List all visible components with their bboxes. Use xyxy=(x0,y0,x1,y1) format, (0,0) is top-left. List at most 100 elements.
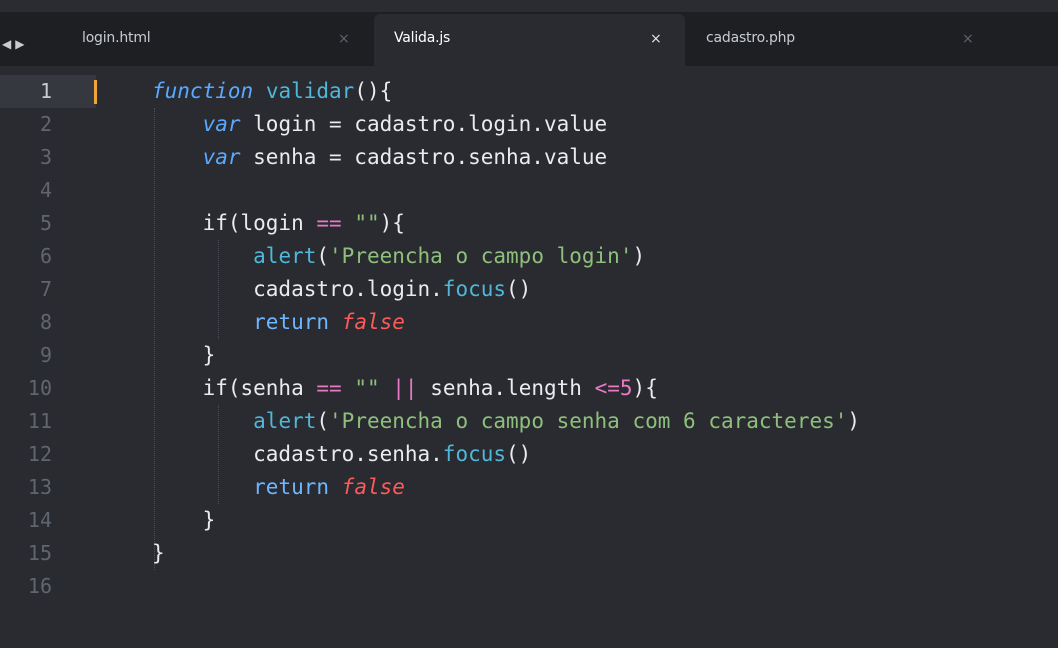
tab-label: Valida.js xyxy=(394,30,451,46)
tab-valida-js[interactable]: Valida.js × xyxy=(374,14,685,66)
code-token: || xyxy=(392,376,418,400)
code-token: cadastro.senha. xyxy=(152,442,443,466)
code-line: cadastro.login.focus() xyxy=(152,273,1052,306)
line-number: 15 xyxy=(27,541,52,565)
code-line: } xyxy=(152,504,1052,537)
code-token: ( xyxy=(316,244,330,268)
code-line: var login = cadastro.login.value xyxy=(152,108,1052,141)
code-token: == xyxy=(316,211,342,235)
tab-bar-strip xyxy=(0,0,1058,12)
code-token: function xyxy=(152,79,254,103)
code-token: <= xyxy=(594,376,620,400)
code-line: if(login == ""){ xyxy=(152,207,1052,240)
code-token: "" xyxy=(354,376,380,400)
code-line: function validar(){ xyxy=(152,75,1052,108)
line-number: 14 xyxy=(27,508,52,532)
line-number: 1 xyxy=(39,79,52,103)
line-number: 3 xyxy=(39,145,52,169)
code-token: } xyxy=(152,343,216,367)
code-line: cadastro.senha.focus() xyxy=(152,438,1052,471)
editor-window: ◀ ▶ login.html × Valida.js × cadastro.ph… xyxy=(0,0,1058,648)
code-line: return false xyxy=(152,471,1052,504)
code-token: ){ xyxy=(632,376,658,400)
code-token: focus xyxy=(442,442,507,466)
code-token: if(login xyxy=(152,211,317,235)
code-token: false xyxy=(341,475,405,499)
code-token: } xyxy=(152,541,165,565)
code-token: () xyxy=(506,277,532,301)
code-line: var senha = cadastro.senha.value xyxy=(152,141,1052,174)
code-token: 5 xyxy=(619,376,633,400)
code-area[interactable]: function validar(){ var login = cadastro… xyxy=(152,75,1052,603)
line-number: 5 xyxy=(39,211,52,235)
modified-line-marker xyxy=(94,80,97,104)
tab-login-html[interactable]: login.html × xyxy=(62,14,372,66)
code-token: var xyxy=(202,112,241,136)
line-number: 2 xyxy=(39,112,52,136)
code-line: } xyxy=(152,339,1052,372)
tab-back-arrow-icon[interactable]: ◀ xyxy=(2,38,11,50)
tab-label: cadastro.php xyxy=(706,30,795,46)
tab-cadastro-php[interactable]: cadastro.php × xyxy=(686,14,996,66)
code-token: alert xyxy=(253,409,317,433)
code-token: 'Preencha o campo senha com 6 caracteres… xyxy=(329,409,848,433)
line-number: 12 xyxy=(27,442,52,466)
line-number: 13 xyxy=(27,475,52,499)
line-number: 4 xyxy=(39,178,52,202)
tab-forward-arrow-icon[interactable]: ▶ xyxy=(15,38,24,50)
code-token: return xyxy=(253,310,330,334)
code-token: ) xyxy=(847,409,861,433)
code-token: ) xyxy=(632,244,646,268)
code-token: var xyxy=(202,145,241,169)
code-token: 'Preencha o campo login' xyxy=(329,244,633,268)
line-number: 9 xyxy=(39,343,52,367)
code-line: return false xyxy=(152,306,1052,339)
code-token: alert xyxy=(253,244,317,268)
code-token: ( xyxy=(316,409,330,433)
code-token: senha = cadastro.senha.value xyxy=(240,145,608,169)
code-token: (){ xyxy=(354,79,393,103)
line-number-gutter: 1 2 3 4 5 6 7 8 9 10 11 12 13 14 15 16 xyxy=(0,66,96,648)
tab-navigation: ◀ ▶ xyxy=(2,32,24,56)
code-token: cadastro.login. xyxy=(152,277,443,301)
code-token: validar xyxy=(265,79,355,103)
code-line: alert('Preencha o campo login') xyxy=(152,240,1052,273)
close-icon[interactable]: × xyxy=(962,31,974,47)
code-editor[interactable]: 1 2 3 4 5 6 7 8 9 10 11 12 13 14 15 16 function validar… xyxy=(0,66,1058,648)
code-token: == xyxy=(316,376,342,400)
tab-bar: ◀ ▶ login.html × Valida.js × cadastro.ph… xyxy=(0,0,1058,66)
code-token: false xyxy=(341,310,405,334)
line-number: 11 xyxy=(27,409,52,433)
code-token: } xyxy=(152,508,216,532)
code-token: focus xyxy=(442,277,507,301)
line-number: 10 xyxy=(27,376,52,400)
code-line: } xyxy=(152,537,1052,570)
tab-label: login.html xyxy=(82,30,151,46)
close-icon[interactable]: × xyxy=(338,31,350,47)
code-token: if(senha xyxy=(152,376,317,400)
line-number: 8 xyxy=(39,310,52,334)
code-token: login = cadastro.login.value xyxy=(240,112,608,136)
line-number: 6 xyxy=(39,244,52,268)
code-token: ){ xyxy=(379,211,405,235)
line-number: 7 xyxy=(39,277,52,301)
code-token: "" xyxy=(354,211,380,235)
code-line: if(senha == "" || senha.length <=5){ xyxy=(152,372,1052,405)
close-icon[interactable]: × xyxy=(650,31,662,47)
code-token: () xyxy=(506,442,532,466)
code-line: alert('Preencha o campo senha com 6 cara… xyxy=(152,405,1052,438)
line-number: 16 xyxy=(27,574,52,598)
